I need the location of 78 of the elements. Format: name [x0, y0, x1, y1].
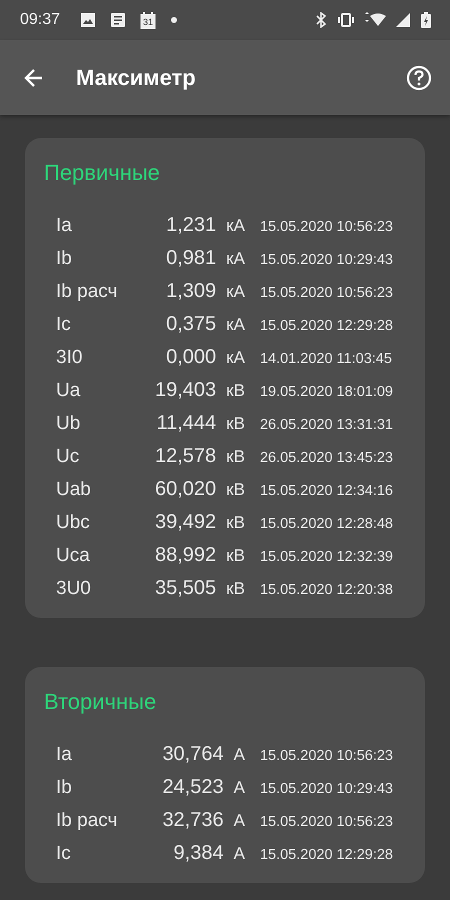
measurement-unit: А — [234, 778, 246, 798]
section-title: Вторичные — [44, 689, 158, 715]
measurement-name: 3I0 — [56, 347, 84, 369]
measurement-timestamp: 15.05.2020 12:20:38 — [260, 582, 393, 598]
screen-title: Максиметр — [76, 64, 197, 90]
measurement-timestamp: 15.05.2020 10:56:23 — [260, 285, 393, 301]
measurement-value: 24,523 — [162, 776, 225, 799]
measurement-name: Ia — [56, 215, 73, 237]
measurement-timestamp: 15.05.2020 10:56:23 — [260, 219, 393, 235]
measurement-timestamp: 19.05.2020 18:01:09 — [260, 384, 393, 400]
measurement-timestamp: 15.05.2020 12:29:28 — [260, 318, 393, 334]
measurement-name: Ib — [56, 248, 73, 270]
measurement-name: Uca — [56, 545, 91, 567]
measurement-unit: А — [234, 811, 246, 831]
dot-icon — [170, 16, 178, 24]
measurement-value: 35,505 — [155, 577, 218, 600]
measurement-value: 0,000 — [165, 346, 218, 369]
wifi-icon — [364, 12, 386, 28]
measurement-timestamp: 15.05.2020 12:34:16 — [260, 483, 393, 499]
measurement-value: 9,384 — [172, 842, 225, 865]
measurement-unit: кВ — [226, 414, 246, 434]
measurement-value: 39,492 — [155, 511, 218, 534]
measurement-name: Ua — [56, 380, 82, 402]
measurement-timestamp: 15.05.2020 12:29:28 — [260, 847, 393, 863]
measurement-value: 0,981 — [165, 247, 218, 270]
vibrate-icon — [337, 12, 355, 28]
measurement-timestamp: 26.05.2020 13:45:23 — [260, 450, 393, 466]
battery-icon — [420, 12, 432, 28]
measurement-timestamp: 15.05.2020 12:32:39 — [260, 549, 393, 565]
measurement-unit: А — [234, 844, 246, 864]
measurement-value: 32,736 — [162, 809, 225, 832]
measurement-timestamp: 15.05.2020 10:56:23 — [260, 748, 393, 764]
measurement-value: 30,764 — [162, 743, 225, 766]
measurement-name: 3U0 — [56, 578, 92, 600]
measurement-unit: кА — [226, 348, 246, 368]
signal-icon — [395, 12, 411, 28]
measurement-unit: кВ — [226, 480, 246, 500]
measurement-unit: кВ — [226, 381, 246, 401]
calendar-icon: 31 — [140, 12, 156, 28]
measurement-name: Uab — [56, 479, 92, 501]
measurement-name: Ic — [56, 843, 72, 865]
measurement-unit: кА — [226, 315, 246, 335]
measurement-timestamp: 15.05.2020 12:28:48 — [260, 516, 393, 532]
measurement-name: Ia — [56, 744, 73, 766]
measurement-value: 60,020 — [155, 478, 218, 501]
help-button[interactable] — [406, 64, 432, 90]
measurement-timestamp: 15.05.2020 10:56:23 — [260, 814, 393, 830]
measurement-value: 1,309 — [165, 280, 218, 303]
measurement-name: Ubc — [56, 512, 91, 534]
measurement-name: Ic — [56, 314, 72, 336]
status-time: 09:37 — [20, 11, 60, 29]
measurement-name: Ib — [56, 777, 73, 799]
measurement-unit: кА — [226, 282, 246, 302]
measurement-value: 12,578 — [155, 445, 218, 468]
measurement-value: 88,992 — [155, 544, 218, 567]
section-title: Первичные — [44, 160, 161, 186]
measurement-unit: кВ — [226, 546, 246, 566]
measurement-timestamp: 15.05.2020 10:29:43 — [260, 252, 393, 268]
measurement-timestamp: 15.05.2020 10:29:43 — [260, 781, 393, 797]
measurement-unit: кА — [226, 216, 246, 236]
measurement-name: Uc — [56, 446, 80, 468]
measurement-unit: кВ — [226, 513, 246, 533]
bluetooth-icon — [314, 12, 328, 28]
measurement-name: Ub — [56, 413, 82, 435]
measurement-unit: кВ — [226, 579, 246, 599]
measurement-unit: А — [234, 745, 246, 765]
measurement-timestamp: 14.01.2020 11:03:45 — [260, 351, 393, 367]
image-icon — [80, 12, 96, 28]
measurement-value: 0,375 — [165, 313, 218, 336]
notes-icon — [110, 12, 126, 28]
measurement-name: Ib расч — [56, 810, 118, 832]
measurement-unit: кВ — [226, 447, 246, 467]
measurement-value: 1,231 — [165, 214, 218, 237]
measurement-value: 11,444 — [155, 412, 218, 435]
measurement-name: Ib расч — [56, 281, 118, 303]
measurement-timestamp: 26.05.2020 13:31:31 — [260, 417, 393, 433]
measurement-unit: кА — [226, 249, 246, 269]
measurement-value: 19,403 — [155, 379, 218, 402]
